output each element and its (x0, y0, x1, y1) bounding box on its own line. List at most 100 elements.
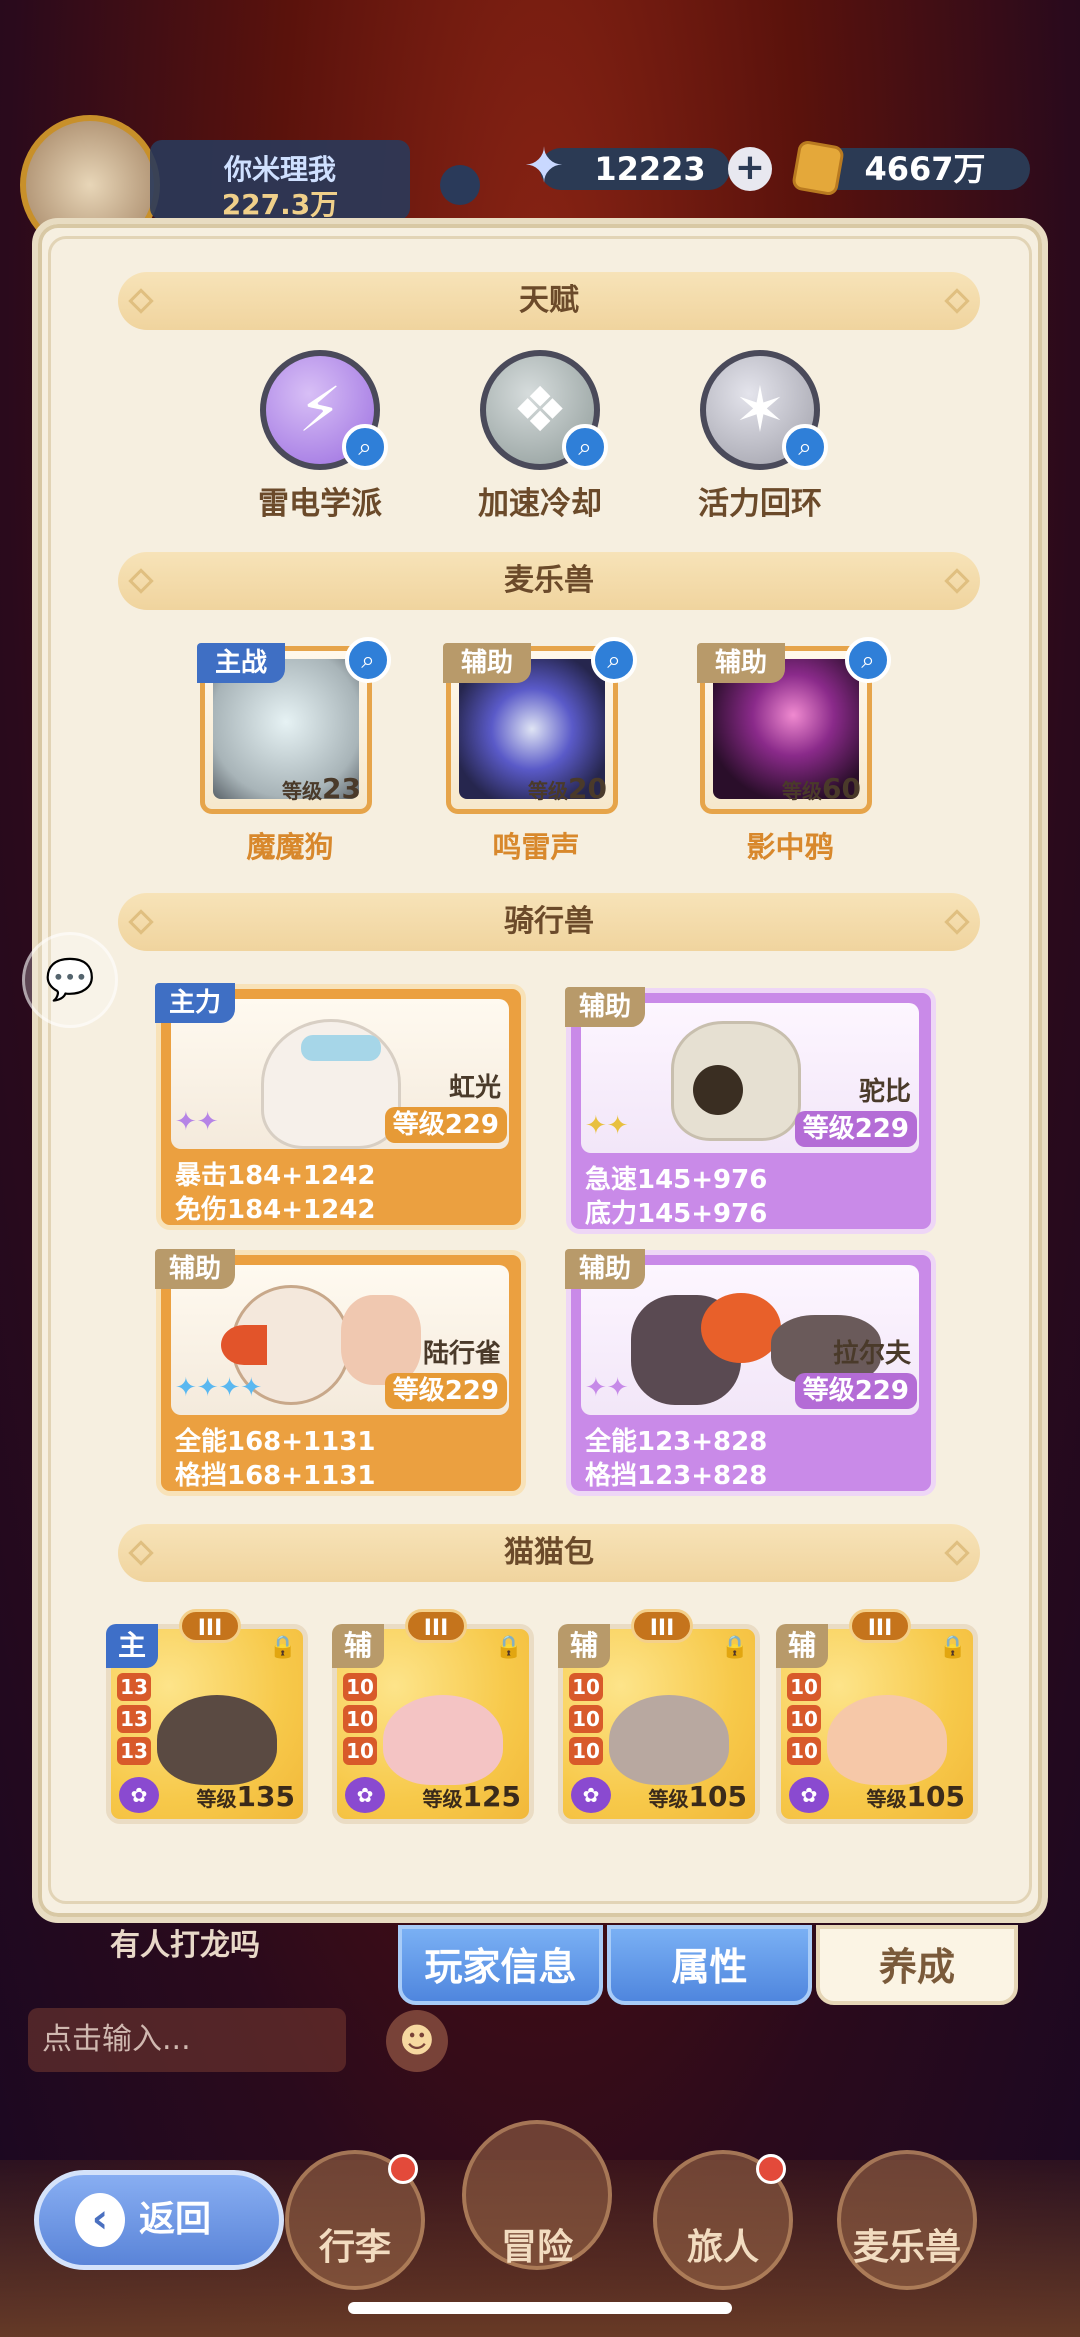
cat-tier-badge: III (631, 1609, 693, 1643)
cat-stat-value: 10 (343, 1705, 377, 1733)
paw-icon: ✿ (571, 1777, 611, 1813)
mount-stat: 免伤184+1242 (175, 1195, 376, 1225)
chevron-left-icon: ‹ (75, 2193, 125, 2247)
pet-card[interactable]: 辅助 ⌕ 等级60 影中鸦 (697, 637, 891, 866)
cat-level: 等级125 (422, 1780, 521, 1813)
magnifier-icon[interactable]: ⌕ (591, 637, 637, 683)
cat-bag-card[interactable]: 辅 III 🔒 10 10 10 ✿ 等级105 (558, 1609, 760, 1824)
cat-stat-value: 13 (117, 1673, 151, 1701)
tab-attributes[interactable]: 属性 (607, 1925, 812, 2005)
mount-name: 虹光 (448, 1073, 501, 1103)
gem-count: 12223 (594, 150, 706, 188)
mount-card[interactable]: 辅助 驼比 ✦✦ 等级229 急速145+976 底力145+976 (565, 987, 936, 1234)
pet-name: 魔魔狗 (246, 830, 334, 864)
mount-level: 等级229 (794, 1111, 917, 1147)
talent-item[interactable]: ✶ ⌕ 活力回环 (680, 350, 840, 523)
add-gems-button[interactable]: + (728, 147, 772, 191)
mount-stars: ✦✦ (585, 1111, 629, 1141)
tab-player-info[interactable]: 玩家信息 (398, 1925, 603, 2005)
home-indicator[interactable] (348, 2302, 732, 2314)
chat-bubble-icon[interactable]: 💬 (22, 932, 118, 1028)
talent-item[interactable]: ❖ ⌕ 加速冷却 (460, 350, 620, 523)
settings-icon[interactable] (440, 165, 480, 205)
cat-stat-value: 10 (343, 1673, 377, 1701)
lock-icon[interactable]: 🔒 (721, 1635, 748, 1665)
nav-item-luggage[interactable]: 行李 (280, 2150, 430, 2300)
star-crystal-icon: ✦ (523, 138, 565, 194)
mount-stat: 格挡123+828 (585, 1461, 768, 1491)
section-title: 麦乐兽 (504, 563, 594, 598)
cat-bag-card[interactable]: 主 III 🔒 13 13 13 ✿ 等级135 (106, 1609, 308, 1824)
cat-role-tag: 主 (106, 1624, 158, 1668)
talent-item[interactable]: ⚡ ⌕ 雷电学派 (240, 350, 400, 523)
cat-portrait (609, 1695, 729, 1785)
cat-stat-value: 10 (569, 1705, 603, 1733)
lock-icon[interactable]: 🔒 (495, 1635, 522, 1665)
mount-name: 陆行雀 (422, 1339, 501, 1369)
cat-stat-list: 10 10 10 (343, 1673, 377, 1769)
cat-stat-value: 10 (569, 1673, 603, 1701)
cat-stat-value: 13 (117, 1737, 151, 1765)
pet-role-tag: 主战 (197, 643, 286, 683)
chat-input[interactable]: 点击输入... (28, 2008, 346, 2072)
magnifier-icon[interactable]: ⌕ (845, 637, 891, 683)
nav-item-adventure[interactable]: 冒险 (462, 2120, 612, 2270)
mount-stat: 全能123+828 (585, 1427, 768, 1457)
talent-label: 活力回环 (698, 486, 822, 522)
mount-role-tag: 辅助 (155, 1249, 236, 1289)
cat-stat-value: 10 (787, 1737, 821, 1765)
cat-stat-list: 13 13 13 (117, 1673, 151, 1769)
mount-card[interactable]: 辅助 陆行雀 ✦✦✦✦ 等级229 全能168+1131 格挡168+1131 (155, 1249, 526, 1496)
cat-tier-badge: III (405, 1609, 467, 1643)
mount-stat: 急速145+976 (585, 1165, 768, 1195)
magnifier-icon[interactable]: ⌕ (342, 424, 388, 470)
nav-label: 冒险 (500, 2227, 573, 2268)
nav-label: 旅人 (686, 2227, 759, 2268)
notification-dot (388, 2154, 418, 2184)
lock-icon[interactable]: 🔒 (939, 1635, 966, 1665)
nav-label: 麦乐兽 (852, 2227, 961, 2268)
tab-development[interactable]: 养成 (816, 1925, 1018, 2005)
mount-stat: 暴击184+1242 (175, 1161, 376, 1191)
nav-item-pets[interactable]: 麦乐兽 (832, 2150, 982, 2300)
player-name: 你米理我 (223, 153, 336, 186)
mount-role-tag: 辅助 (565, 1249, 646, 1289)
back-button[interactable]: ‹ 返回 (34, 2170, 284, 2270)
mount-card[interactable]: 辅助 拉尔夫 ✦✦ 等级229 全能123+828 格挡123+828 (565, 1249, 936, 1496)
lightning-icon: ⚡ ⌕ (260, 350, 388, 470)
cat-stat-value: 10 (343, 1737, 377, 1765)
magnifier-icon[interactable]: ⌕ (782, 424, 828, 470)
cat-stat-value: 13 (117, 1705, 151, 1733)
mount-stat: 全能168+1131 (175, 1427, 376, 1457)
magnifier-icon[interactable]: ⌕ (345, 637, 391, 683)
section-title: 天赋 (519, 283, 579, 318)
pet-card[interactable]: 主战 ⌕ 等级23 魔魔狗 (197, 637, 391, 866)
lock-icon[interactable]: 🔒 (269, 1635, 296, 1665)
cat-portrait (383, 1695, 503, 1785)
cooldown-icon: ❖ ⌕ (480, 350, 608, 470)
cat-level: 等级135 (196, 1780, 295, 1813)
chat-message: 有人打龙吗 (110, 1928, 260, 1963)
player-power: 227.3万 (221, 188, 339, 221)
cat-stat-value: 10 (787, 1705, 821, 1733)
mount-card[interactable]: 主力 虹光 ✦✦ 等级229 暴击184+1242 免伤184+1242 (155, 983, 526, 1230)
compass-star-icon: ✶ ⌕ (700, 350, 828, 470)
notification-dot (756, 2154, 786, 2184)
emoji-icon[interactable]: ☻ (386, 2010, 448, 2072)
cat-bag-card[interactable]: 辅 III 🔒 10 10 10 ✿ 等级125 (332, 1609, 534, 1824)
section-header-mounts: 骑行兽 (118, 893, 980, 951)
nav-item-travelers[interactable]: 旅人 (648, 2150, 798, 2300)
cat-tier-badge: III (179, 1609, 241, 1643)
cat-bag-card[interactable]: 辅 III 🔒 10 10 10 ✿ 等级105 (776, 1609, 978, 1824)
cat-stat-list: 10 10 10 (787, 1673, 821, 1769)
nav-label: 行李 (318, 2227, 391, 2268)
mount-stat: 格挡168+1131 (175, 1461, 376, 1491)
cat-role-tag: 辅 (558, 1624, 610, 1668)
cat-stat-value: 10 (569, 1737, 603, 1765)
mount-role-tag: 主力 (155, 983, 236, 1023)
magnifier-icon[interactable]: ⌕ (562, 424, 608, 470)
cat-stat-value: 10 (787, 1673, 821, 1701)
mount-level: 等级229 (794, 1373, 917, 1409)
pet-card[interactable]: 辅助 ⌕ 等级20 鸣雷声 (443, 637, 637, 866)
mount-role-tag: 辅助 (565, 987, 646, 1027)
